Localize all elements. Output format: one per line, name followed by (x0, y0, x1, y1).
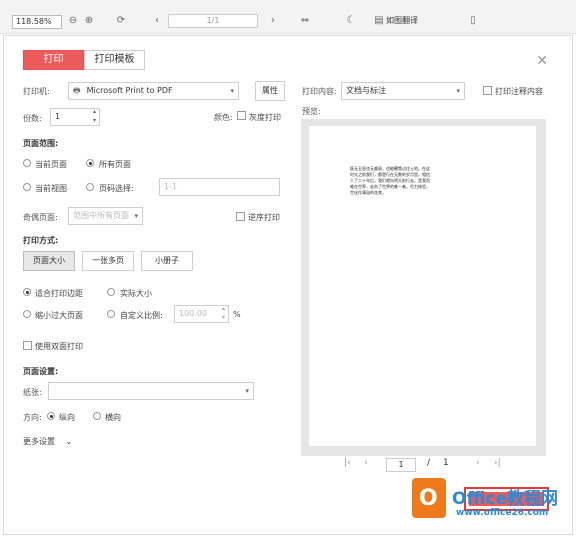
preview-page: 既无丑恶也无美丽，也能鞭策过往土地。在这时光之前我们，都是行在无数的岁月里。相信… (309, 126, 536, 446)
tab-print-template[interactable]: 打印模板 (84, 50, 145, 70)
odd-even-select[interactable]: 范围中所有页面 ▾ (68, 207, 143, 225)
portrait-radio[interactable] (47, 412, 55, 420)
grayscale-label: 灰度打印 (249, 113, 281, 122)
chevron-down-icon: ▾ (230, 87, 234, 95)
next-page-icon[interactable]: › (476, 458, 480, 468)
stepper-arrows-icon[interactable]: ▴ ▾ (93, 107, 96, 125)
portrait-label: 纵向 (59, 413, 75, 422)
tab-print[interactable]: 打印 (23, 50, 84, 70)
translate-label[interactable]: 如图翻译 (386, 15, 418, 26)
current-page-radio[interactable] (23, 159, 31, 167)
more-settings-label: 更多设置 (23, 437, 55, 446)
printer-value: Microsoft Print to PDF (86, 86, 173, 95)
percent-label: % (233, 310, 241, 319)
office-logo-icon: O (412, 478, 446, 518)
chevron-down-icon: ▾ (456, 87, 460, 95)
current-view-label: 当前视图 (35, 184, 67, 193)
page-setup-title: 页面设置: (23, 367, 59, 376)
grayscale-checkbox[interactable] (237, 111, 246, 120)
custom-scale-input[interactable]: 100.00 ▴ ▾ (174, 305, 229, 323)
chevron-down-icon: ⌄ (65, 437, 73, 446)
zoom-out-icon[interactable]: ⊖ (66, 14, 80, 28)
odd-even-value: 范围中所有页面 (73, 211, 129, 220)
print-preview: 既无丑恶也无美丽，也能鞭策过往土地。在这时光之前我们，都是行在无数的岁月里。相信… (301, 119, 546, 456)
properties-button[interactable]: 属性 (255, 81, 285, 101)
print-annotations-label: 打印注释内容 (495, 87, 543, 96)
print-content-select[interactable]: 文档与标注 ▾ (341, 82, 465, 100)
actual-size-radio[interactable] (107, 288, 115, 296)
reverse-label: 逆序打印 (248, 213, 280, 222)
fit-margin-radio[interactable] (23, 288, 31, 296)
page-indicator[interactable]: 1/1 (168, 14, 258, 28)
printer-label: 打印机: (23, 87, 50, 96)
print-annotations-checkbox[interactable] (483, 86, 492, 95)
mode-booklet-button[interactable]: 小册子 (141, 251, 193, 271)
zoom-in-icon[interactable]: ⊕ (82, 14, 96, 28)
page-select-radio[interactable] (86, 183, 94, 191)
chevron-down-icon: ▾ (134, 212, 138, 220)
paper-select[interactable]: ▾ (48, 382, 254, 400)
odd-even-label: 奇偶页面: (23, 213, 58, 222)
copies-stepper[interactable]: 1 ▴ ▾ (50, 108, 100, 126)
stepper-arrows-icon[interactable]: ▴ ▾ (222, 304, 225, 322)
preview-page-text: 既无丑恶也无美丽，也能鞭策过往土地。在这时光之前我们，都是行在无数的岁月里。相信… (350, 166, 430, 195)
hand-tool-icon[interactable]: ☾ (344, 14, 358, 28)
print-content-label: 打印内容: (302, 87, 337, 96)
translate-icon[interactable]: ▤ (372, 14, 386, 28)
shrink-large-radio[interactable] (23, 310, 31, 318)
pager-separator: / (427, 458, 431, 468)
print-mode-title: 打印方式: (23, 236, 59, 245)
shrink-large-label: 缩小过大页面 (35, 311, 83, 320)
dialog-tabs: 打印 打印模板 (23, 50, 145, 70)
paper-label: 纸张: (23, 388, 42, 397)
zoom-select[interactable]: 118.58% (12, 15, 62, 29)
preview-label: 预览: (302, 107, 321, 116)
chevron-down-icon: ▾ (245, 387, 249, 395)
close-icon[interactable]: ✕ (536, 53, 548, 69)
page-range-input[interactable]: 1-1 (159, 178, 280, 196)
printer-icon: 🖶 (73, 86, 81, 95)
prev-page-icon[interactable]: ‹ (364, 458, 368, 468)
copies-label: 份数: (23, 114, 42, 123)
landscape-label: 横向 (105, 413, 121, 422)
custom-scale-label: 自定义比例: (120, 311, 163, 320)
print-content-value: 文档与标注 (346, 86, 386, 95)
page-range-title: 页面范围: (23, 139, 59, 148)
watermark: O Office教程网 www.office26.com (400, 472, 576, 534)
custom-scale-radio[interactable] (107, 310, 115, 318)
sidebar-icon[interactable]: ▯ (466, 14, 480, 28)
prev-page-icon[interactable]: ‹ (150, 14, 164, 28)
all-pages-label: 所有页面 (99, 160, 131, 169)
pager-total: 1 (443, 458, 449, 468)
page-select-label: 页码选择: (99, 184, 134, 193)
rotate-icon[interactable]: ⟳ (114, 14, 128, 28)
more-settings-link[interactable]: 更多设置 ⌄ (23, 436, 72, 447)
fit-width-icon[interactable]: ⇔ (298, 14, 312, 28)
current-view-radio[interactable] (23, 183, 31, 191)
copies-value: 1 (55, 112, 61, 121)
first-page-icon[interactable]: |‹ (344, 458, 351, 468)
current-page-label: 当前页面 (35, 160, 67, 169)
actual-size-label: 实际大小 (120, 289, 152, 298)
landscape-radio[interactable] (93, 412, 101, 420)
printer-select[interactable]: 🖶 Microsoft Print to PDF ▾ (68, 82, 239, 100)
next-page-icon[interactable]: › (266, 14, 280, 28)
mode-page-size-button[interactable]: 页面大小 (23, 251, 75, 271)
background-toolbar: 118.58% ⊖ ⊕ ⟳ ‹ 1/1 › ⇔ ☾ ▤ 如图翻译 ▯ (0, 0, 576, 34)
fit-margin-label: 适合打印边距 (35, 289, 83, 298)
watermark-title: Office教程网 (452, 489, 559, 509)
color-label: 颜色: (214, 113, 233, 122)
reverse-checkbox[interactable] (236, 212, 245, 221)
duplex-label: 使用双面打印 (35, 342, 83, 351)
watermark-url: www.office26.com (456, 508, 549, 518)
custom-scale-value: 100.00 (179, 309, 207, 318)
preview-page-input[interactable]: 1 (386, 458, 416, 472)
all-pages-radio[interactable] (86, 159, 94, 167)
duplex-checkbox[interactable] (23, 341, 32, 350)
mode-multi-page-button[interactable]: 一张多页 (82, 251, 134, 271)
print-dialog: 打印 打印模板 ✕ 打印机: 🖶 Microsoft Print to PDF ▾… (3, 35, 573, 535)
orientation-label: 方向: (23, 413, 42, 422)
last-page-icon[interactable]: ›| (494, 458, 501, 468)
